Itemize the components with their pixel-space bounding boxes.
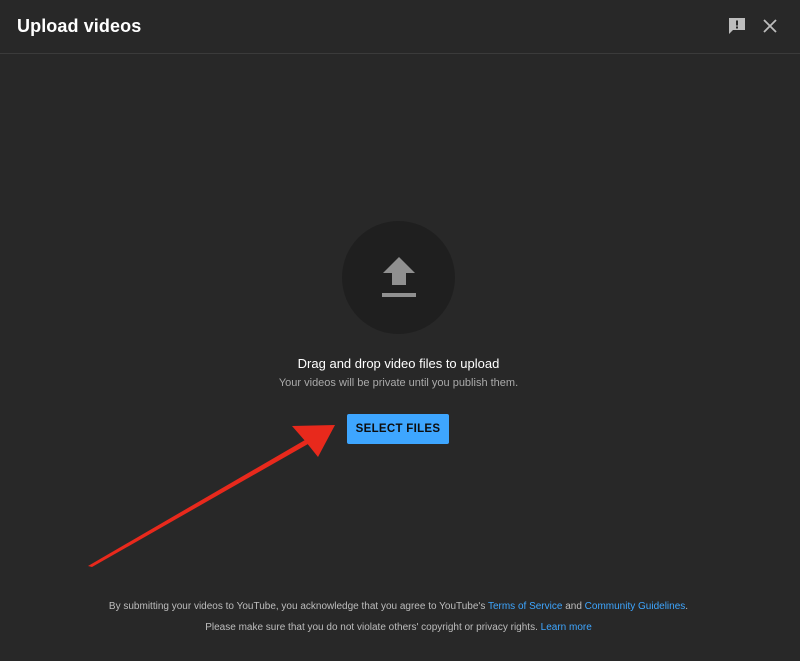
drag-drop-heading: Drag and drop video files to upload <box>297 356 500 371</box>
dialog-header: Upload videos <box>0 0 800 54</box>
privacy-note: Your videos will be private until you pu… <box>278 377 519 389</box>
terms-of-service-link[interactable]: Terms of Service <box>488 601 562 612</box>
terms-and-text: and <box>562 601 585 612</box>
select-files-button[interactable]: SELECT FILES <box>347 414 449 444</box>
arrow-shaft <box>88 440 308 567</box>
upload-arrow-icon <box>381 256 416 297</box>
learn-more-link[interactable]: Learn more <box>541 622 592 633</box>
terms-notice: By submitting your videos to YouTube, yo… <box>0 601 797 612</box>
feedback-icon <box>729 18 745 34</box>
arrow-head <box>292 425 335 457</box>
close-icon <box>763 19 777 33</box>
community-guidelines-link[interactable]: Community Guidelines <box>585 601 686 612</box>
upload-videos-dialog: Upload videos Drag and drop video files … <box>0 0 800 661</box>
copyright-notice: Please make sure that you do not violate… <box>0 622 797 633</box>
copyright-notice-text: Please make sure that you do not violate… <box>205 622 541 633</box>
dialog-title: Upload videos <box>17 16 142 36</box>
terms-notice-text: By submitting your videos to YouTube, yo… <box>108 601 488 612</box>
feedback-button[interactable] <box>725 14 749 38</box>
terms-period: . <box>685 601 689 612</box>
close-button[interactable] <box>758 14 782 38</box>
upload-dropzone-button[interactable] <box>342 221 455 334</box>
